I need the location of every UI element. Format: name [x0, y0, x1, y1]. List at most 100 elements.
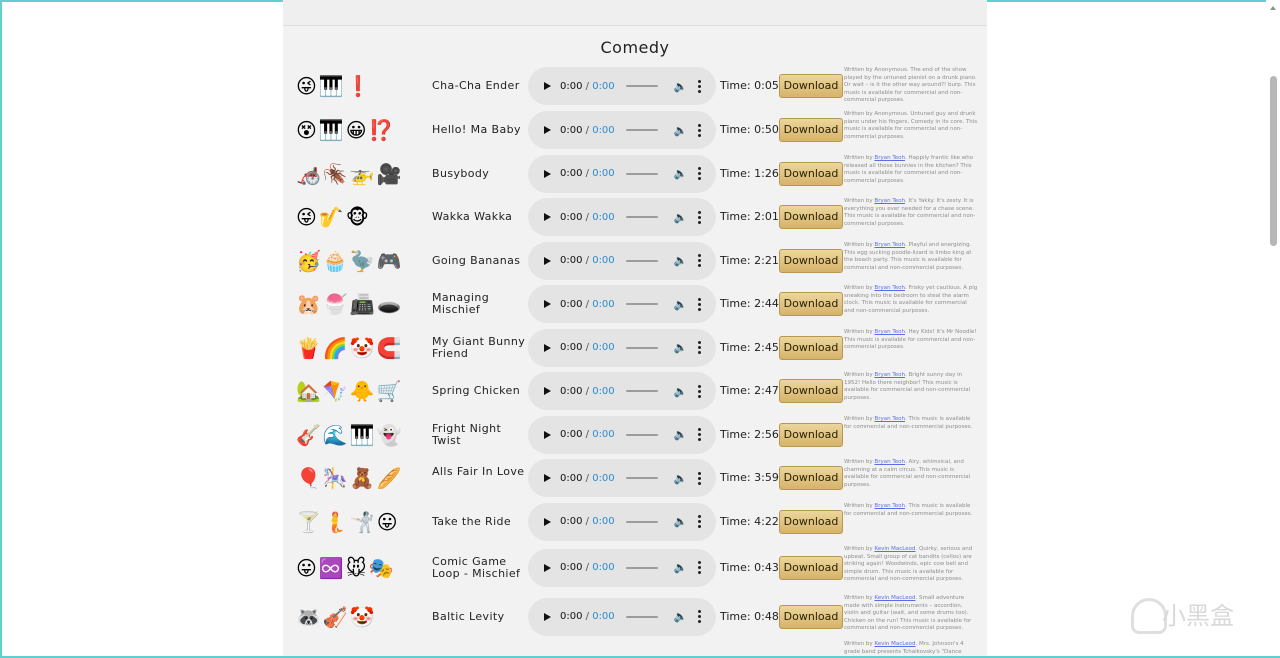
progress-slider[interactable]: [625, 172, 658, 175]
track-title: Busybody: [432, 166, 490, 180]
author-link[interactable]: Bryan Teoh: [874, 285, 905, 291]
author-link[interactable]: Kevin MacLeod: [874, 595, 915, 601]
progress-slider[interactable]: [625, 216, 658, 218]
audio-player[interactable]: 0:00 / 0:00 🔈: [528, 67, 716, 105]
play-icon[interactable]: [544, 430, 551, 439]
author-link[interactable]: Bryan Teoh: [874, 372, 905, 378]
more-options-icon[interactable]: [698, 384, 702, 398]
progress-slider[interactable]: [625, 259, 658, 262]
audio-player[interactable]: 0:00 / 0:00 🔈: [528, 597, 716, 636]
audio-player[interactable]: 0:00 / 0:00 🔈: [528, 415, 716, 454]
download-button[interactable]: Download: [779, 74, 843, 98]
play-icon[interactable]: [544, 387, 551, 395]
author-link[interactable]: Bryan Teoh: [874, 242, 905, 248]
progress-slider[interactable]: [625, 520, 658, 523]
progress-slider[interactable]: [625, 566, 658, 569]
download-button[interactable]: Download: [779, 292, 843, 316]
track-description: Written by Kevin MacLeod. Small adventur…: [844, 595, 978, 641]
more-options-icon[interactable]: [698, 610, 702, 623]
more-options-icon[interactable]: [698, 428, 702, 441]
scrollbar-thumb[interactable]: [1270, 76, 1277, 246]
scroll-up-arrow-icon[interactable]: [1270, 6, 1276, 10]
progress-slider[interactable]: [625, 477, 658, 479]
progress-slider[interactable]: [625, 129, 658, 131]
play-icon[interactable]: [544, 517, 551, 526]
speaker-icon[interactable]: 🔈: [674, 298, 688, 311]
author-link[interactable]: Bryan Teoh: [874, 503, 905, 509]
play-icon[interactable]: [544, 343, 551, 352]
download-button[interactable]: Download: [779, 509, 843, 534]
play-icon[interactable]: [544, 300, 551, 308]
author-link[interactable]: Kevin MacLeod: [874, 641, 915, 647]
download-button[interactable]: Download: [779, 205, 843, 229]
download-button[interactable]: Download: [779, 335, 843, 360]
audio-player[interactable]: 0:00 / 0:00 🔈: [528, 198, 716, 236]
play-icon[interactable]: [544, 256, 551, 265]
more-options-icon[interactable]: [698, 210, 702, 224]
author-link[interactable]: Bryan Teoh: [874, 459, 905, 465]
download-button[interactable]: Download: [779, 466, 843, 490]
play-icon[interactable]: [544, 474, 551, 482]
download-button[interactable]: Download: [779, 118, 843, 142]
audio-player[interactable]: 0:00 / 0:00 🔈: [528, 328, 716, 367]
more-options-icon[interactable]: [698, 79, 702, 93]
author-link[interactable]: Bryan Teoh: [874, 416, 905, 422]
track-row: 😵 🎹 😀 ⁉️ Hello! Ma Baby 0:00 / 0:00 🔈 Time: 0:5…: [283, 108, 987, 152]
play-icon[interactable]: [544, 563, 551, 572]
author-link[interactable]: Kevin MacLeod: [874, 546, 915, 552]
more-options-icon[interactable]: [698, 341, 702, 354]
play-icon[interactable]: [544, 82, 551, 90]
download-button[interactable]: Download: [779, 248, 843, 273]
download-button[interactable]: Download: [779, 379, 843, 403]
more-options-icon[interactable]: [698, 561, 702, 574]
speaker-icon[interactable]: 🔈: [674, 124, 688, 137]
progress-slider[interactable]: [625, 433, 658, 436]
audio-player[interactable]: 0:00 / 0:00 🔈: [528, 548, 716, 587]
progress-slider[interactable]: [625, 85, 658, 87]
audio-player[interactable]: 0:00 / 0:00 🔈: [528, 459, 716, 497]
audio-player[interactable]: 0:00 / 0:00 🔈: [528, 154, 716, 193]
author-link[interactable]: Bryan Teoh: [874, 155, 905, 161]
download-button[interactable]: Download: [779, 161, 843, 186]
more-options-icon[interactable]: [698, 123, 702, 137]
progress-slider[interactable]: [625, 303, 658, 305]
audio-player[interactable]: 0:00 / 0:00 🔈: [528, 372, 716, 410]
more-options-icon[interactable]: [698, 471, 702, 485]
more-options-icon[interactable]: [698, 515, 702, 528]
more-options-icon[interactable]: [698, 254, 702, 267]
play-icon[interactable]: [544, 612, 551, 621]
audio-player[interactable]: 0:00 / 0:00 🔈: [528, 111, 716, 149]
audio-player[interactable]: 0:00 / 0:00 🔈: [528, 241, 716, 280]
speaker-icon[interactable]: 🔈: [674, 341, 688, 354]
more-options-icon[interactable]: [698, 167, 702, 180]
track-description: Written by Kevin MacLeod. Quirky, seriou…: [844, 546, 978, 592]
speaker-icon[interactable]: 🔈: [674, 211, 688, 224]
download-button[interactable]: Download: [779, 604, 843, 629]
audio-player[interactable]: 0:00 / 0:00 🔈: [528, 285, 716, 323]
author-link[interactable]: Bryan Teoh: [874, 198, 905, 204]
download-button[interactable]: Download: [779, 422, 843, 447]
speaker-icon[interactable]: 🔈: [674, 385, 688, 398]
audio-player[interactable]: 0:00 / 0:00 🔈: [528, 502, 716, 541]
speaker-icon[interactable]: 🔈: [674, 167, 688, 180]
play-icon[interactable]: [544, 169, 551, 178]
speaker-icon[interactable]: 🔈: [674, 472, 688, 485]
speaker-icon[interactable]: 🔈: [674, 561, 688, 574]
track-emoji: 😛: [296, 555, 317, 580]
progress-slider[interactable]: [625, 346, 658, 349]
speaker-icon[interactable]: 🔈: [674, 610, 688, 623]
author-link[interactable]: Bryan Teoh: [874, 329, 905, 335]
download-button[interactable]: Download: [779, 555, 843, 580]
progress-slider[interactable]: [625, 390, 658, 392]
speaker-icon[interactable]: 🔈: [674, 254, 688, 267]
speaker-icon[interactable]: 🔈: [674, 515, 688, 528]
track-time: Time: 0:43: [720, 561, 779, 574]
play-icon[interactable]: [544, 213, 551, 221]
speaker-icon[interactable]: 🔈: [674, 80, 688, 93]
speaker-icon[interactable]: 🔈: [674, 428, 688, 441]
play-icon[interactable]: [544, 126, 551, 134]
more-options-icon[interactable]: [698, 297, 702, 311]
player-duration: 0:00: [592, 168, 615, 179]
track-emoji-set: 🦝 🎻 🤡: [296, 604, 416, 630]
progress-slider[interactable]: [625, 615, 658, 618]
